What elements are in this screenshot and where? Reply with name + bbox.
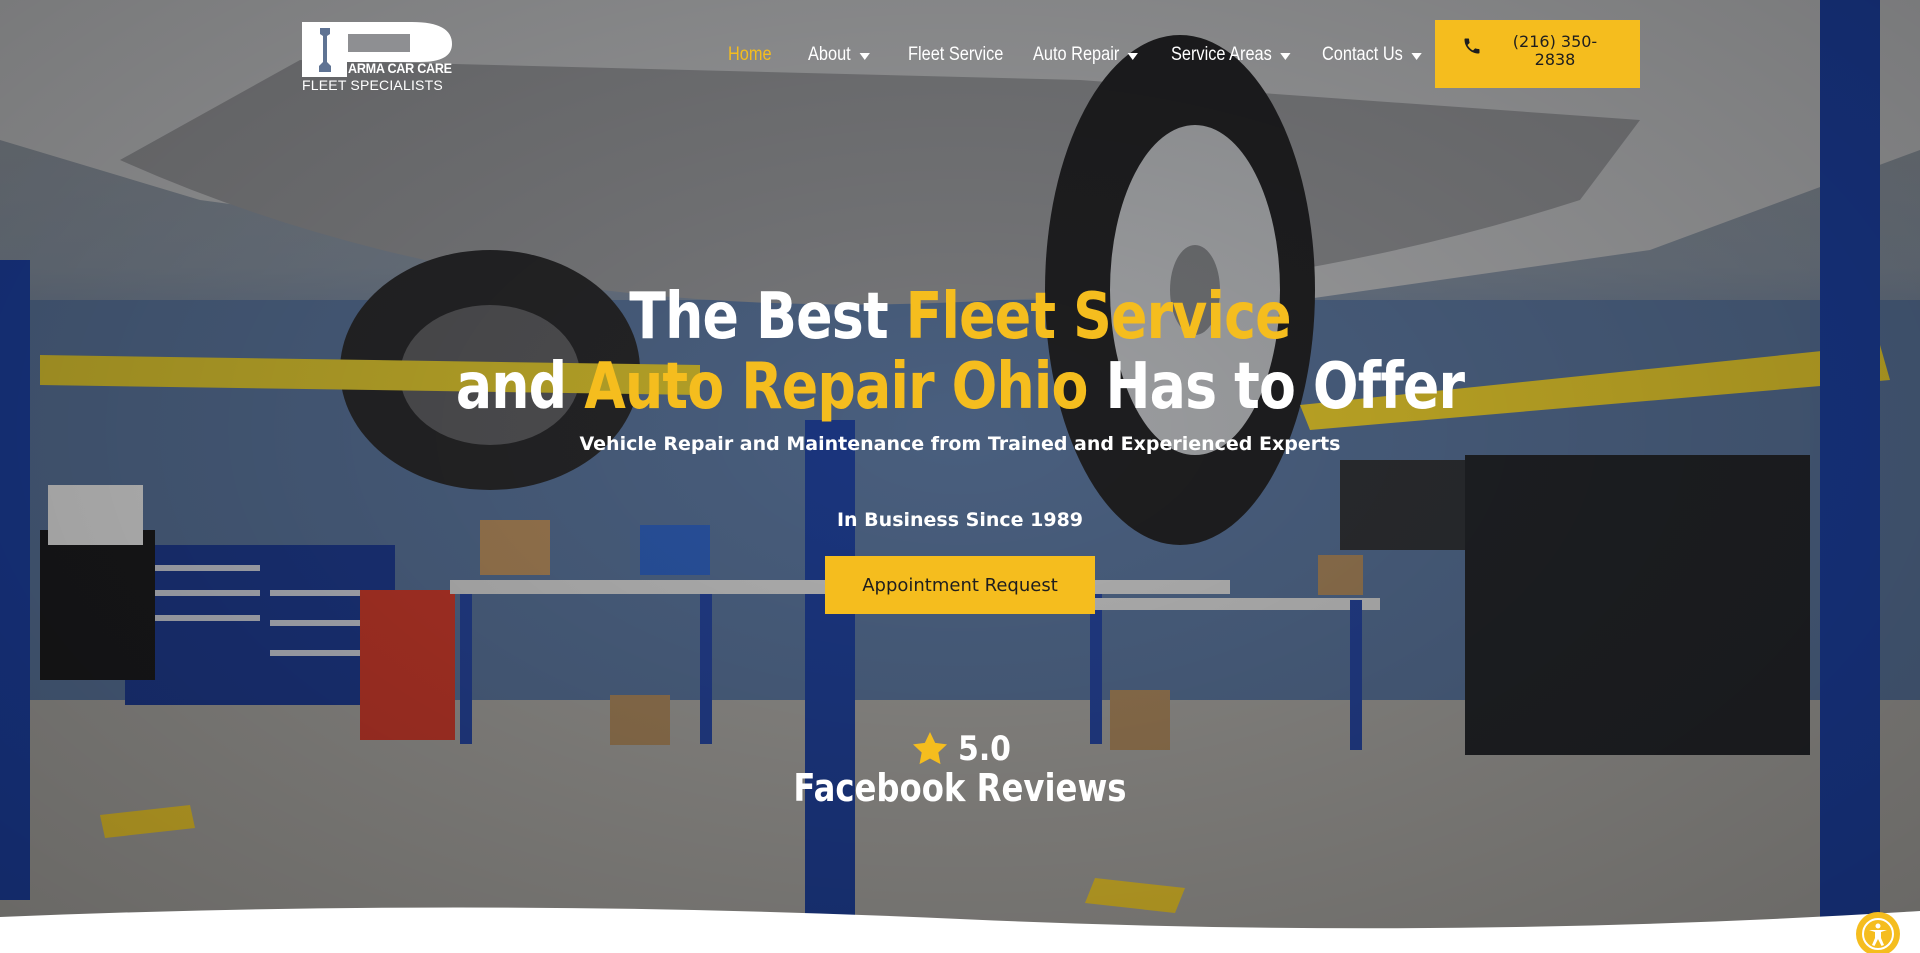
chevron-down-icon: [859, 52, 870, 60]
phone-call-button[interactable]: (216) 350-2838: [1435, 20, 1640, 88]
section-wave-divider: [0, 907, 1920, 953]
appointment-request-button[interactable]: Appointment Request: [825, 556, 1095, 614]
business-since: In Business Since 1989: [836, 509, 1084, 531]
nav-service-areas-label: Service Areas: [1171, 44, 1272, 65]
hero-headline: The Best Fleet Service and Auto Repair O…: [0, 282, 1920, 422]
headline-highlight: Auto Repair Ohio: [584, 350, 1088, 424]
accessibility-button[interactable]: [1856, 912, 1900, 953]
headline-text: and: [455, 350, 585, 424]
phone-number: (216) 350-2838: [1512, 32, 1598, 69]
hero-background: [0, 0, 1920, 953]
nav-contact-us[interactable]: Contact Us: [1322, 44, 1422, 66]
chevron-down-icon: [1127, 52, 1139, 60]
headline-line-2: and Auto Repair Ohio Has to Offer: [154, 352, 1767, 422]
nav-contact-us-label: Contact Us: [1322, 44, 1403, 65]
site-logo[interactable]: ARMA CAR CARE FLEET SPECIALISTS: [302, 22, 454, 93]
review-score: 5.0: [958, 729, 1012, 769]
phone-icon: [1464, 38, 1480, 54]
nav-home[interactable]: Home: [728, 44, 772, 66]
nav-about-label: About: [808, 44, 851, 65]
star-icon: [913, 732, 947, 765]
review-rating[interactable]: 5.0: [910, 728, 1018, 770]
headline-text: The Best: [629, 280, 906, 354]
nav-about[interactable]: About: [808, 44, 870, 66]
site-header: ARMA CAR CARE FLEET SPECIALISTS Home Abo…: [0, 0, 1920, 110]
accessibility-icon: [1862, 918, 1894, 950]
nav-fleet-service-label: Fleet Service: [908, 44, 1004, 65]
reviews-label[interactable]: Facebook Reviews: [0, 766, 1920, 810]
chevron-down-icon: [1280, 52, 1291, 60]
hero-subheading: Vehicle Repair and Maintenance from Trai…: [579, 433, 1341, 455]
logo-title: ARMA CAR CARE: [348, 60, 452, 76]
nav-home-label: Home: [728, 44, 772, 65]
nav-auto-repair-label: Auto Repair: [1033, 44, 1120, 65]
hero-overlay: [0, 0, 1920, 953]
headline-highlight: Fleet Service: [905, 280, 1292, 354]
nav-fleet-service[interactable]: Fleet Service: [908, 44, 1003, 66]
nav-auto-repair[interactable]: Auto Repair: [1033, 44, 1139, 66]
chevron-down-icon: [1411, 52, 1422, 60]
logo-tagline: FLEET SPECIALISTS: [302, 77, 443, 93]
headline-line-1: The Best Fleet Service: [154, 282, 1767, 352]
nav-service-areas[interactable]: Service Areas: [1171, 44, 1291, 66]
headline-text: Has to Offer: [1087, 350, 1465, 424]
reviews-label-text: Facebook Reviews: [793, 766, 1127, 810]
